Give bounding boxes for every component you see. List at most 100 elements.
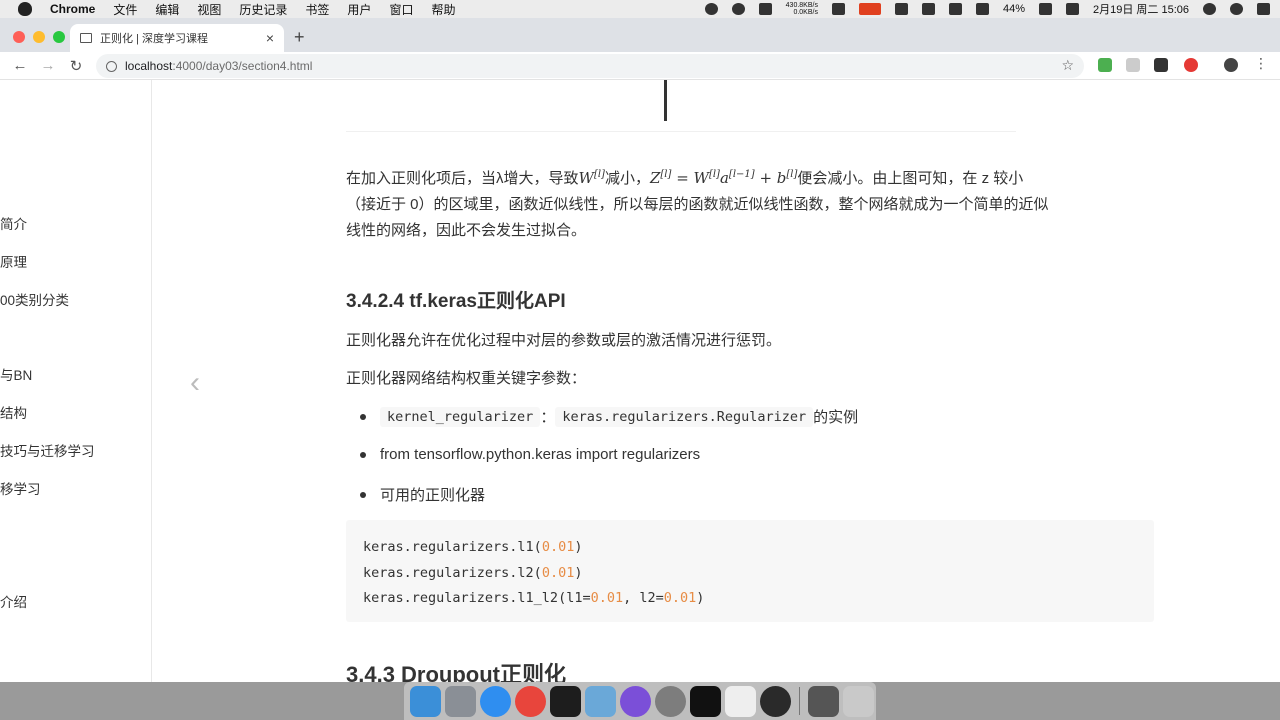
address-bar[interactable]: localhost:4000/day03/section4.html ☆	[96, 54, 1084, 78]
bookmark-star-icon[interactable]: ☆	[1061, 57, 1074, 74]
prev-page-icon[interactable]: ‹	[190, 366, 200, 400]
volume-icon[interactable]	[975, 3, 989, 15]
extension-grid-icon[interactable]	[1098, 58, 1112, 72]
menu-edit[interactable]: 编辑	[155, 1, 179, 18]
menu-dots-icon[interactable]: ⋮	[1254, 55, 1268, 71]
sidebar-item-structure[interactable]: 结构	[0, 402, 27, 422]
extension-x-icon[interactable]	[1154, 58, 1168, 72]
menu-help[interactable]: 帮助	[431, 1, 455, 18]
para1-text-a: 在加入正则化项后，当λ增大，导致	[346, 170, 579, 187]
figure-line	[664, 80, 667, 121]
paragraph-regularizer-intro: 正则化器允许在优化过程中对层的参数或层的激活情况进行惩罚。	[346, 332, 782, 349]
chrome-icon[interactable]	[515, 685, 546, 717]
extension-shield-icon[interactable]	[1184, 58, 1198, 72]
math-z-equation: Z[l] = W[l]a[l−1] + b[l]	[649, 169, 798, 187]
status-docker-icon[interactable]	[894, 3, 908, 15]
apple-icon[interactable]	[18, 2, 32, 16]
new-tab-button[interactable]: +	[294, 27, 305, 48]
paragraph-regularization: 在加入正则化项后，当λ增大，导致W[l]减小，Z[l] = W[l]a[l−1]…	[346, 162, 1049, 244]
menu-app-name[interactable]: Chrome	[50, 2, 95, 16]
dock-separator	[799, 687, 800, 715]
status-area: 430.8KB/s 0.0KB/s 44% 2月19日 周二 15:06	[704, 0, 1270, 18]
extension-cursor-icon[interactable]	[1126, 58, 1140, 72]
list-item: 可用的正则化器	[360, 484, 485, 505]
status-app-icon[interactable]	[704, 3, 718, 15]
paragraph-line-2: （接近于 0）的区域里，函数近似线性，所以每层的函数就近似线性函数，整个网络就成…	[346, 196, 1049, 213]
spotlight-icon[interactable]	[1203, 3, 1216, 15]
minimize-window-button[interactable]	[33, 31, 45, 43]
status-scissors-icon[interactable]	[921, 3, 935, 15]
sidebar-item-tricks-transfer[interactable]: 技巧与迁移学习	[0, 440, 95, 460]
tab-close-icon[interactable]: ×	[266, 30, 274, 46]
back-button[interactable]: ←	[12, 57, 28, 74]
profile-avatar[interactable]	[1224, 58, 1238, 72]
battery-icon[interactable]	[1039, 3, 1052, 15]
paragraph-line-3: 线性的网络，因此不会发生过拟合。	[346, 222, 587, 239]
menu-view[interactable]: 视图	[197, 1, 221, 18]
downloads-stack-icon[interactable]	[808, 685, 839, 717]
clock[interactable]: 2月19日 周二 15:06	[1093, 1, 1189, 17]
inline-code-kernel-regularizer: kernel_regularizer	[380, 406, 541, 427]
obs-icon[interactable]	[760, 685, 791, 717]
menu-bookmarks[interactable]: 书签	[305, 1, 329, 18]
forward-button[interactable]: →	[40, 57, 56, 74]
code-token: keras.regularizers.l2(	[363, 564, 542, 581]
close-window-button[interactable]	[13, 31, 25, 43]
battery-percent[interactable]: 44%	[1003, 3, 1025, 15]
typora-icon[interactable]	[725, 685, 756, 717]
menu-history[interactable]: 历史记录	[239, 1, 287, 18]
status-send-icon[interactable]	[758, 3, 772, 15]
wifi-icon[interactable]	[948, 3, 962, 15]
status-monitor-icon[interactable]	[858, 3, 881, 15]
status-clipboard-icon[interactable]	[831, 3, 845, 15]
url-host: localhost	[125, 59, 173, 73]
code-token: )	[696, 590, 705, 606]
app-v-icon[interactable]	[620, 685, 651, 717]
zoom-window-button[interactable]	[53, 31, 65, 43]
safari-icon[interactable]	[480, 685, 511, 717]
code-token: keras.regularizers.l1_l2(l1=	[363, 590, 591, 606]
code-number: 0.01	[541, 539, 575, 555]
paragraph-line-1: 在加入正则化项后，当λ增大，导致W[l]减小，Z[l] = W[l]a[l−1]…	[346, 162, 1049, 192]
sidebar-item-intro[interactable]: 简介	[0, 213, 27, 233]
math-w: W[l]	[578, 169, 605, 187]
menu-file[interactable]: 文件	[113, 1, 137, 18]
preview-icon[interactable]	[585, 685, 616, 717]
browser-tab[interactable]: 正则化 | 深度学习课程 ×	[70, 24, 284, 52]
book-icon	[80, 33, 92, 43]
code-token: )	[574, 539, 583, 555]
sidebar-item-transfer[interactable]: 移学习	[0, 478, 41, 498]
bullet-dot	[360, 491, 366, 498]
heading-keras-api: 3.4.2.4 tf.keras正则化API	[346, 291, 566, 312]
notification-center-icon[interactable]	[1257, 3, 1270, 15]
site-info-icon[interactable]	[106, 60, 117, 72]
status-s-icon[interactable]	[1066, 3, 1079, 15]
sidebar-item-classification[interactable]: 00类别分类	[0, 289, 69, 309]
status-sync-icon[interactable]	[731, 3, 745, 15]
system-preferences-icon[interactable]	[655, 685, 686, 717]
macos-dock	[404, 682, 876, 720]
finder-icon[interactable]	[410, 685, 441, 717]
sidebar-item-principle[interactable]: 原理	[0, 251, 27, 271]
terminal-icon[interactable]	[690, 685, 721, 717]
book-sidebar: 简介 原理 00类别分类 与BN 结构 技巧与迁移学习 移学习 介绍	[0, 80, 152, 682]
code-number: 0.01	[663, 590, 697, 606]
list-item: kernel_regularizer ： keras.regularizers.…	[360, 406, 858, 427]
code-number: 0.01	[541, 564, 575, 581]
chrome-window: 正则化 | 深度学习课程 × + ← → ↻ localhost:4000/da…	[0, 18, 1280, 682]
pycharm-icon[interactable]	[550, 685, 581, 717]
tab-bar: 正则化 | 深度学习课程 × +	[0, 18, 1280, 52]
menu-window[interactable]: 窗口	[389, 1, 413, 18]
sidebar-item-bn[interactable]: 与BN	[0, 364, 32, 384]
menu-people[interactable]: 用户	[347, 1, 371, 18]
reload-button[interactable]: ↻	[68, 57, 84, 75]
net-down: 0.0KB/s	[793, 9, 818, 16]
sidebar-item-introduction[interactable]: 介绍	[0, 591, 27, 611]
bullet-dot	[360, 451, 366, 458]
code-block: keras.regularizers.l1(0.01) keras.regula…	[346, 520, 1154, 622]
code-token: keras.regularizers.l1(	[363, 539, 542, 555]
macos-menubar: Chrome 文件 编辑 视图 历史记录 书签 用户 窗口 帮助 430.8KB…	[0, 0, 1280, 18]
siri-icon[interactable]	[1230, 3, 1243, 15]
trash-icon[interactable]	[843, 685, 874, 717]
launchpad-icon[interactable]	[445, 685, 476, 717]
